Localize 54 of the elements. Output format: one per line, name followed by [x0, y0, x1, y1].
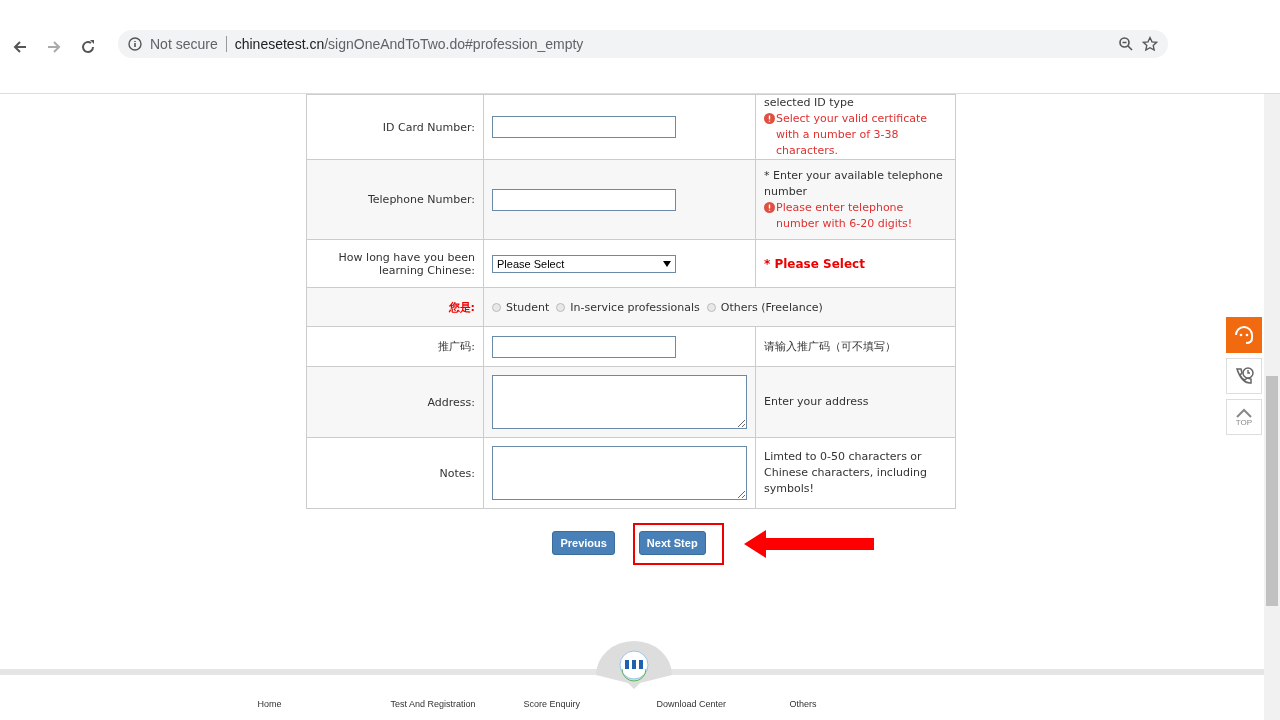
required-message: * Please Select — [764, 255, 865, 272]
error-message: Select your valid certificate with a number of 3-38 characters. — [776, 111, 928, 159]
back-to-top-button[interactable]: TOP — [1226, 399, 1262, 435]
field-label: Telephone Number: — [367, 193, 475, 206]
footer-link[interactable]: Home — [257, 699, 391, 709]
text-field[interactable] — [492, 188, 676, 211]
radio-option[interactable]: Student — [492, 300, 550, 314]
text-field[interactable] — [492, 335, 676, 358]
field-label: ID Card Number: — [382, 120, 475, 134]
hint-text: Enter your address — [764, 394, 869, 410]
hotline-button[interactable] — [1226, 358, 1262, 394]
scrollbar[interactable] — [1264, 94, 1280, 720]
error-icon — [764, 201, 775, 213]
footer-link[interactable]: Download Center — [656, 699, 790, 709]
text-area[interactable] — [492, 375, 747, 429]
hint-text: * Enter your available telephone number — [764, 167, 944, 200]
step-button[interactable]: Next Step — [638, 531, 706, 555]
text-field[interactable] — [492, 116, 676, 138]
forward-icon[interactable] — [46, 39, 62, 55]
field-label: Notes: — [439, 466, 475, 480]
field-label: 推广码: — [438, 339, 475, 354]
phone-clock-icon — [1233, 365, 1255, 387]
step-button[interactable]: Previous — [552, 531, 615, 555]
field-label: How long have you been learning Chinese: — [337, 250, 475, 277]
field-label: 您是: — [448, 299, 475, 315]
security-label: Not secure — [150, 36, 218, 52]
dropdown[interactable]: Please Select — [492, 254, 676, 273]
field-label: Address: — [427, 395, 475, 409]
error-icon — [764, 113, 775, 124]
reload-icon[interactable] — [80, 39, 96, 55]
scrollbar-thumb[interactable] — [1266, 376, 1278, 606]
hint-text: selected ID type — [764, 95, 854, 111]
address-bar[interactable]: Not secure chinesetest.cn/signOneAndToTwo.do#profession_empty — [118, 30, 1168, 58]
url-text: chinesetest.cn/signOneAndToTwo.do#profession_empty — [234, 36, 584, 52]
hint-text: Limted to 0-50 characters or Chinese characters, including symbols! — [764, 449, 928, 497]
star-icon[interactable] — [1142, 36, 1158, 52]
text-area[interactable] — [492, 446, 747, 500]
radio-button[interactable] — [492, 302, 501, 312]
hint-text: 请输入推广码（可不填写） — [764, 338, 896, 355]
headset-icon — [1233, 324, 1255, 346]
radio-option[interactable]: Others (Freelance) — [706, 300, 823, 314]
error-message: Please enter telephone number with 6-20 digits! — [776, 199, 914, 232]
radio-button[interactable] — [556, 302, 566, 312]
info-icon — [128, 37, 142, 51]
customer-service-button[interactable] — [1226, 317, 1262, 353]
footer-link[interactable]: Score Enquiry — [523, 699, 657, 709]
chevron-up-icon — [1236, 407, 1252, 418]
radio-button[interactable] — [706, 302, 716, 312]
radio-option[interactable]: In-service professionals — [556, 300, 700, 314]
back-icon[interactable] — [12, 39, 28, 55]
dropdown-arrow-icon — [663, 260, 671, 267]
footer-link[interactable]: Others — [789, 699, 923, 709]
footer-link[interactable]: Test And Registration — [390, 699, 524, 709]
zoom-icon[interactable] — [1118, 36, 1134, 52]
